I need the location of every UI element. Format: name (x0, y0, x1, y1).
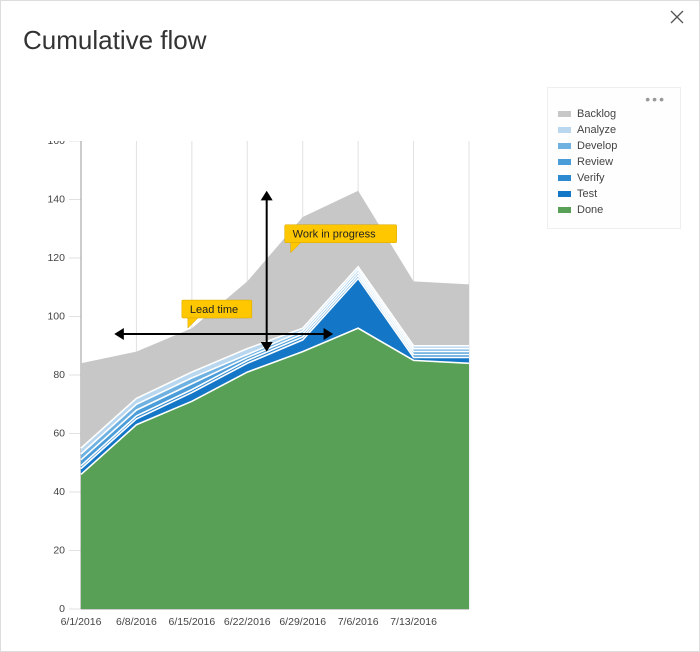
svg-text:80: 80 (53, 369, 65, 381)
svg-text:Lead time: Lead time (190, 304, 238, 316)
legend-swatch (558, 127, 571, 133)
svg-text:40: 40 (53, 486, 65, 498)
legend-label: Analyze (577, 122, 616, 138)
close-button[interactable] (665, 7, 689, 31)
svg-text:6/29/2016: 6/29/2016 (279, 616, 326, 628)
svg-text:7/13/2016: 7/13/2016 (390, 616, 437, 628)
svg-text:6/8/2016: 6/8/2016 (116, 616, 157, 628)
close-icon (670, 10, 684, 29)
legend-item: Backlog (558, 106, 670, 122)
legend-label: Backlog (577, 106, 616, 122)
svg-text:6/22/2016: 6/22/2016 (224, 616, 271, 628)
svg-text:60: 60 (53, 428, 65, 440)
svg-text:6/15/2016: 6/15/2016 (168, 616, 215, 628)
chart-plot: 0 20 40 60 80 100 120 140 160 6/1/2016 6/8/2016 6/1… (39, 141, 679, 641)
svg-text:7/6/2016: 7/6/2016 (338, 616, 379, 628)
legend-swatch (558, 111, 571, 117)
svg-text:120: 120 (47, 252, 65, 264)
svg-text:0: 0 (59, 603, 65, 615)
legend-more-button[interactable]: ••• (639, 90, 672, 108)
svg-text:Work in progress: Work in progress (293, 229, 376, 241)
svg-text:20: 20 (53, 545, 65, 557)
ellipsis-icon: ••• (645, 91, 666, 107)
svg-text:6/1/2016: 6/1/2016 (61, 616, 102, 628)
svg-text:160: 160 (47, 141, 65, 147)
svg-text:100: 100 (47, 311, 65, 323)
legend-item: Analyze (558, 122, 670, 138)
svg-text:140: 140 (47, 194, 65, 206)
chart-title: Cumulative flow (23, 25, 207, 56)
chart-frame: Cumulative flow ••• BacklogAnalyzeDevelo… (0, 0, 700, 652)
